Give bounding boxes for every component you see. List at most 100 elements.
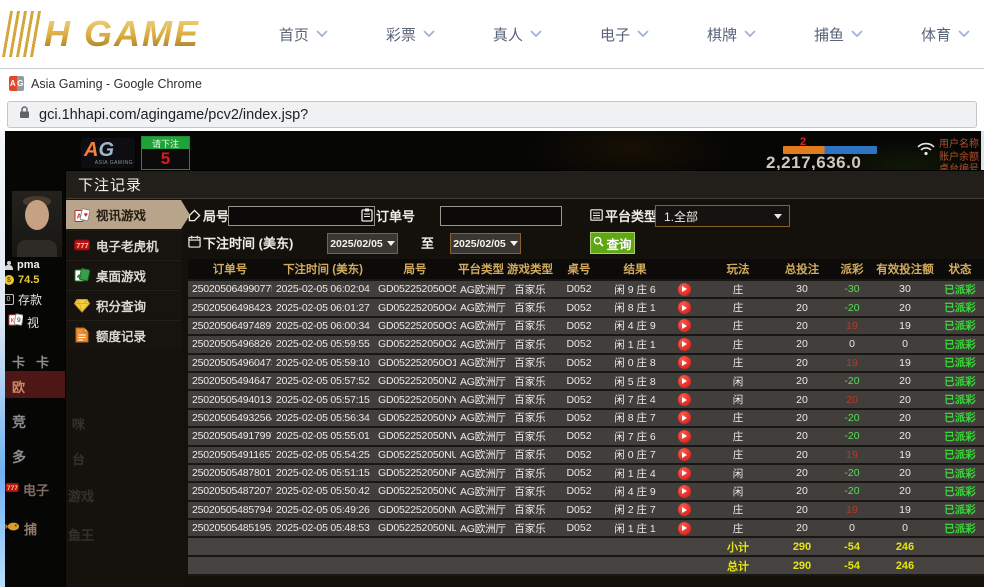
round-input[interactable] xyxy=(228,206,375,226)
site-logo[interactable]: H GAME xyxy=(6,11,200,57)
replay-cell xyxy=(666,467,702,480)
play-replay-button[interactable] xyxy=(678,503,691,516)
payout: 19 xyxy=(830,449,874,461)
play-type: 闲 xyxy=(702,466,774,481)
play-replay-button[interactable] xyxy=(678,301,691,314)
jackpot-digit: 2 xyxy=(800,136,806,148)
clipboard-icon xyxy=(361,208,373,227)
replay-cell xyxy=(666,375,702,388)
svg-text:9: 9 xyxy=(17,317,21,324)
calendar-icon xyxy=(188,235,201,253)
round-id: GD052252050O2 xyxy=(374,338,456,350)
date-from-picker[interactable]: 2025/02/05 xyxy=(327,233,398,254)
lobby-cat-4[interactable]: 多 xyxy=(12,447,26,467)
play-replay-button[interactable] xyxy=(678,411,691,424)
lobby-video-tab[interactable]: K9 视 xyxy=(8,312,39,332)
play-type: 庄 xyxy=(702,355,774,370)
play-replay-button[interactable] xyxy=(678,485,691,498)
bet-time: 2025-02-05 05:56:34 xyxy=(272,412,374,424)
info-username-label: 用户名称 xyxy=(939,139,984,152)
column-header: 有效投注额 xyxy=(874,261,936,277)
bet-time: 2025-02-05 05:50:42 xyxy=(272,485,374,497)
ghost-text: 鱼王 xyxy=(68,525,94,544)
status-paid: 已派彩 xyxy=(936,318,984,333)
play-replay-button[interactable] xyxy=(678,356,691,369)
sidebar-item-slot[interactable]: 777电子老虎机 xyxy=(66,230,181,259)
payout: -20 xyxy=(830,485,874,497)
platform: AG欧洲厅 xyxy=(456,355,506,370)
lobby-cat-1[interactable]: 卡卡 xyxy=(12,352,60,371)
play-replay-button[interactable] xyxy=(678,338,691,351)
address-bar[interactable]: gci.1hhapi.com/agingame/pcv2/index.jsp? xyxy=(7,101,977,128)
bet-time: 2025-02-05 06:01:27 xyxy=(272,302,374,314)
order-number: 250205054940135 xyxy=(188,394,272,406)
search-button-label: 查询 xyxy=(606,234,631,253)
nav-item-7[interactable]: 体育 xyxy=(921,24,970,45)
date-to-value: 2025/02/05 xyxy=(453,238,506,250)
column-header: 桌号 xyxy=(554,261,604,277)
nav-item-1[interactable]: 首页 xyxy=(279,24,328,45)
slot-icon: 777 xyxy=(74,237,90,253)
total-bet: 20 xyxy=(774,430,830,442)
platform: AG欧洲厅 xyxy=(456,392,506,407)
nav-item-2[interactable]: 彩票 xyxy=(386,24,435,45)
bet-countdown-box: 请下注 5 xyxy=(141,136,190,170)
status-paid: 已派彩 xyxy=(936,337,984,352)
table-total-amount: 2,217,636.0 xyxy=(766,153,861,173)
play-replay-button[interactable] xyxy=(678,430,691,443)
play-replay-button[interactable] xyxy=(678,467,691,480)
lobby-cat-2-band[interactable]: 欧 xyxy=(0,371,66,398)
play-replay-button[interactable] xyxy=(678,448,691,461)
play-replay-button[interactable] xyxy=(678,522,691,535)
lobby-slot-item[interactable]: 777 电子 xyxy=(5,480,49,499)
total-bet: 20 xyxy=(774,357,830,369)
column-header: 下注时间 (美东) xyxy=(272,261,374,277)
platform: AG欧洲厅 xyxy=(456,447,506,462)
ghost-text: 游戏 xyxy=(68,486,94,505)
order-number: 250205064990775 xyxy=(188,283,272,295)
table-number: D052 xyxy=(554,430,604,442)
total-bet: 20 xyxy=(774,522,830,534)
nav-item-label: 体育 xyxy=(921,24,951,45)
payout: 19 xyxy=(830,357,874,369)
valid-bet: 0 xyxy=(874,522,936,534)
nav-item-5[interactable]: 棋牌 xyxy=(707,24,756,45)
result: 闲 1 庄 4 xyxy=(604,466,666,481)
result: 闲 4 庄 9 xyxy=(604,318,666,333)
nav-item-3[interactable]: 真人 xyxy=(493,24,542,45)
result: 闲 5 庄 8 xyxy=(604,374,666,389)
platform: AG欧洲厅 xyxy=(456,502,506,517)
lobby-fish-item[interactable]: 捕 xyxy=(5,519,37,538)
play-replay-button[interactable] xyxy=(678,375,691,388)
platform-select[interactable]: 1.全部 xyxy=(655,205,790,227)
search-button[interactable]: 查询 xyxy=(590,232,635,254)
nav-item-6[interactable]: 捕鱼 xyxy=(814,24,863,45)
date-to-picker[interactable]: 2025/02/05 xyxy=(450,233,521,254)
summary-valid: 246 xyxy=(874,560,936,572)
summary-label: 小计 xyxy=(702,539,774,555)
order-label: 订单号 xyxy=(376,206,415,225)
order-input[interactable] xyxy=(440,206,562,226)
nav-item-label: 彩票 xyxy=(386,24,416,45)
deposit-button[interactable]: 0 存款 xyxy=(3,291,42,308)
bet-prompt: 请下注 xyxy=(142,137,189,149)
nav-item-4[interactable]: 电子 xyxy=(600,24,649,45)
table-row: 2502050549179972025-02-05 05:55:01GD0522… xyxy=(188,428,984,446)
column-header: 订单号 xyxy=(188,261,272,277)
status-paid: 已派彩 xyxy=(936,447,984,462)
status-paid: 已派彩 xyxy=(936,521,984,536)
sidebar-item-doc[interactable]: 额度记录 xyxy=(66,320,181,349)
table-number: D052 xyxy=(554,522,604,534)
play-type: 闲 xyxy=(702,484,774,499)
play-replay-button[interactable] xyxy=(678,319,691,332)
game-type: 百家乐 xyxy=(506,282,554,297)
doc-icon xyxy=(74,327,90,343)
platform: AG欧洲厅 xyxy=(456,521,506,536)
play-replay-button[interactable] xyxy=(678,283,691,296)
sidebar-item-gem[interactable]: 积分查询 xyxy=(66,290,181,319)
sidebar-item-cards[interactable]: A♥视讯游戏 xyxy=(66,200,181,229)
sidebar-item-tablegame[interactable]: ♣桌面游戏 xyxy=(66,260,181,289)
lobby-cat-3[interactable]: 竞 xyxy=(12,412,26,432)
play-replay-button[interactable] xyxy=(678,393,691,406)
platform: AG欧洲厅 xyxy=(456,484,506,499)
